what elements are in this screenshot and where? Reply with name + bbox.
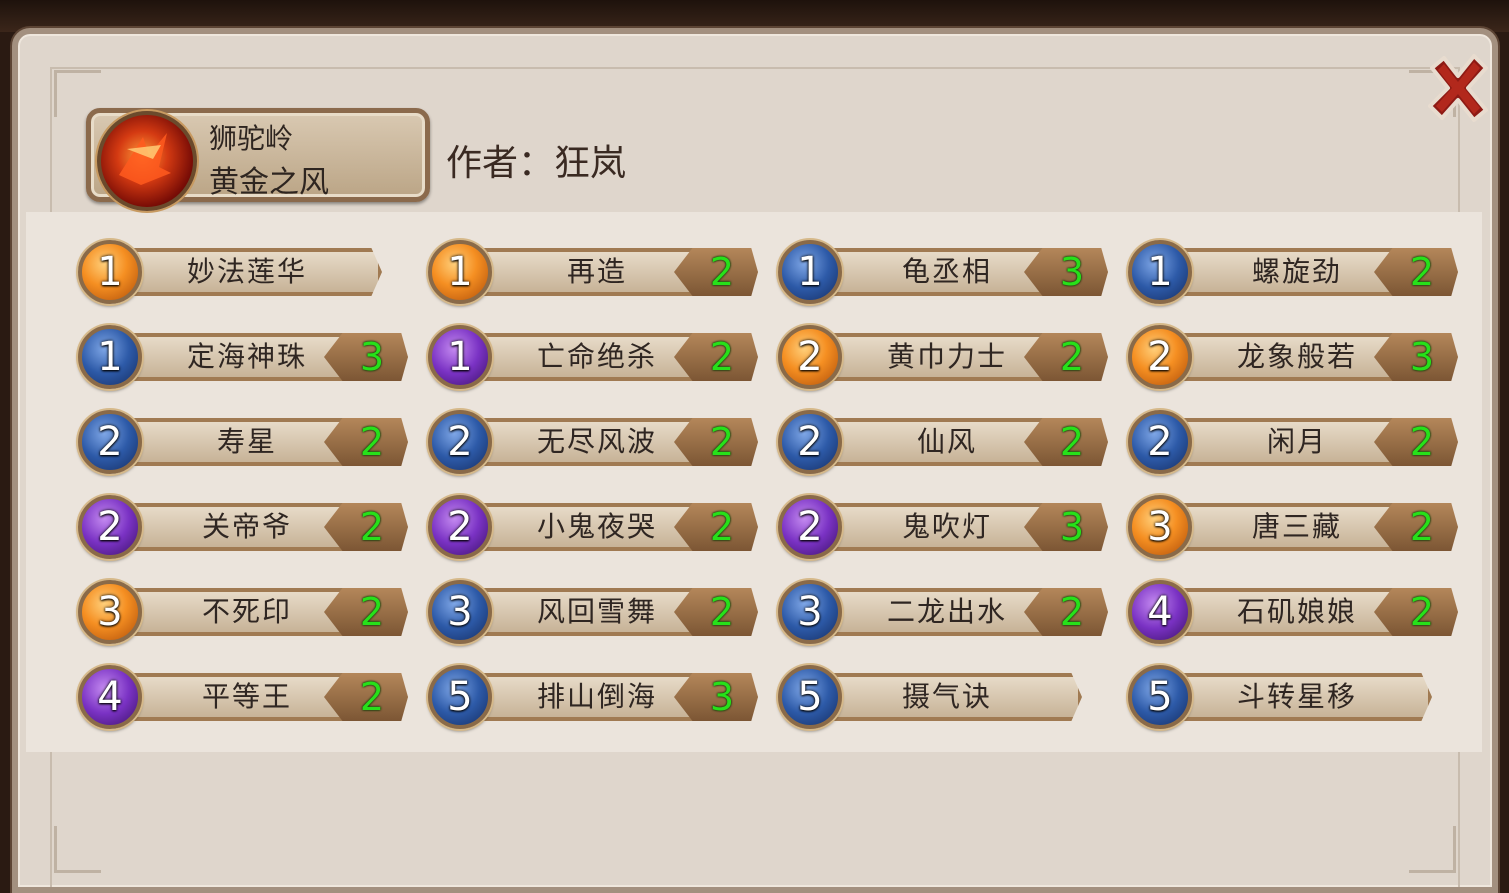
close-button[interactable] (1422, 52, 1494, 124)
skill-level-badge: 4 (78, 665, 142, 729)
skill-name: 寿星 (216, 425, 277, 458)
skill-name: 平等王 (201, 680, 292, 713)
skill-card[interactable]: 螺旋劲 2 1 (1128, 240, 1458, 304)
skill-level-badge: 3 (428, 580, 492, 644)
skill-card[interactable]: 斗转星移 5 (1128, 665, 1458, 729)
skill-card[interactable]: 寿星 2 2 (78, 410, 408, 474)
skill-level-badge: 5 (778, 665, 842, 729)
skill-card[interactable]: 亡命绝杀 2 1 (428, 325, 758, 389)
skill-level-badge: 1 (78, 240, 142, 304)
skill-name: 螺旋劲 (1251, 255, 1342, 288)
skill-name: 小鬼夜哭 (536, 510, 657, 543)
skill-name: 定海神珠 (186, 340, 307, 373)
skill-name: 龙象般若 (1236, 340, 1357, 373)
skill-name: 风回雪舞 (536, 595, 657, 628)
skill-level-badge: 2 (1128, 325, 1192, 389)
skill-name: 唐三藏 (1251, 510, 1342, 543)
skill-level-badge: 3 (1128, 495, 1192, 559)
skill-card[interactable]: 龟丞相 3 1 (778, 240, 1108, 304)
skill-level-badge: 3 (78, 580, 142, 644)
skill-level-badge: 1 (778, 240, 842, 304)
skill-card[interactable]: 龙象般若 3 2 (1128, 325, 1458, 389)
skill-name: 关帝爷 (201, 510, 292, 543)
corner-ornament (1409, 826, 1456, 873)
skill-level-badge: 1 (78, 325, 142, 389)
skill-card[interactable]: 不死印 2 3 (78, 580, 408, 644)
skill-level-badge: 2 (778, 495, 842, 559)
skill-card[interactable]: 黄巾力士 2 2 (778, 325, 1108, 389)
skill-name: 不死印 (201, 595, 292, 628)
skill-card[interactable]: 仙风 2 2 (778, 410, 1108, 474)
skill-level-badge: 2 (1128, 410, 1192, 474)
skill-name: 仙风 (916, 425, 977, 458)
skill-level-badge: 2 (778, 325, 842, 389)
skill-card[interactable]: 风回雪舞 2 3 (428, 580, 758, 644)
skill-level-badge: 2 (428, 495, 492, 559)
skill-name: 摄气诀 (901, 680, 992, 713)
corner-ornament (54, 826, 101, 873)
skill-card[interactable]: 关帝爷 2 2 (78, 495, 408, 559)
skill-card[interactable]: 二龙出水 2 3 (778, 580, 1108, 644)
skill-card[interactable]: 无尽风波 2 2 (428, 410, 758, 474)
skill-card[interactable]: 排山倒海 3 5 (428, 665, 758, 729)
skill-card[interactable]: 小鬼夜哭 2 2 (428, 495, 758, 559)
skill-level-badge: 2 (778, 410, 842, 474)
skill-name: 龟丞相 (901, 255, 992, 288)
skill-level-badge: 1 (428, 240, 492, 304)
skill-level-badge: 1 (428, 325, 492, 389)
sect-name: 黄金之风 (209, 165, 329, 200)
skill-name: 鬼吹灯 (901, 510, 992, 543)
skill-level-badge: 3 (778, 580, 842, 644)
close-icon (1428, 54, 1488, 122)
skill-level-badge: 1 (1128, 240, 1192, 304)
author-label: 作者：狂岚 (446, 143, 627, 184)
skill-card[interactable]: 再造 2 1 (428, 240, 758, 304)
skill-name: 黄巾力士 (886, 340, 1007, 373)
skill-level-badge: 5 (428, 665, 492, 729)
skill-card[interactable]: 石矶娘娘 2 4 (1128, 580, 1458, 644)
skill-card[interactable]: 定海神珠 3 1 (78, 325, 408, 389)
skill-card[interactable]: 鬼吹灯 3 2 (778, 495, 1108, 559)
skill-level-badge: 2 (428, 410, 492, 474)
faction-emblem-icon (97, 111, 197, 211)
skill-name: 妙法莲华 (186, 255, 307, 288)
skill-card[interactable]: 平等王 2 4 (78, 665, 408, 729)
skill-name: 再造 (566, 255, 627, 288)
skill-name: 闲月 (1266, 425, 1327, 458)
skill-card[interactable]: 闲月 2 2 (1128, 410, 1458, 474)
skill-level-badge: 5 (1128, 665, 1192, 729)
skill-card[interactable]: 摄气诀 5 (778, 665, 1108, 729)
skill-name: 斗转星移 (1236, 680, 1357, 713)
skill-level-badge: 2 (78, 410, 142, 474)
skill-name: 排山倒海 (536, 680, 657, 713)
skill-name: 二龙出水 (886, 595, 1007, 628)
skill-level-badge: 4 (1128, 580, 1192, 644)
skill-card[interactable]: 妙法莲华 1 (78, 240, 408, 304)
skill-card[interactable]: 唐三藏 2 3 (1128, 495, 1458, 559)
skill-name: 无尽风波 (536, 425, 657, 458)
faction-name: 狮驼岭 (209, 122, 294, 155)
skill-level-badge: 2 (78, 495, 142, 559)
faction-plate: 狮驼岭 黄金之风 (86, 108, 430, 211)
skill-name: 亡命绝杀 (536, 340, 657, 373)
skill-name: 石矶娘娘 (1236, 595, 1357, 628)
